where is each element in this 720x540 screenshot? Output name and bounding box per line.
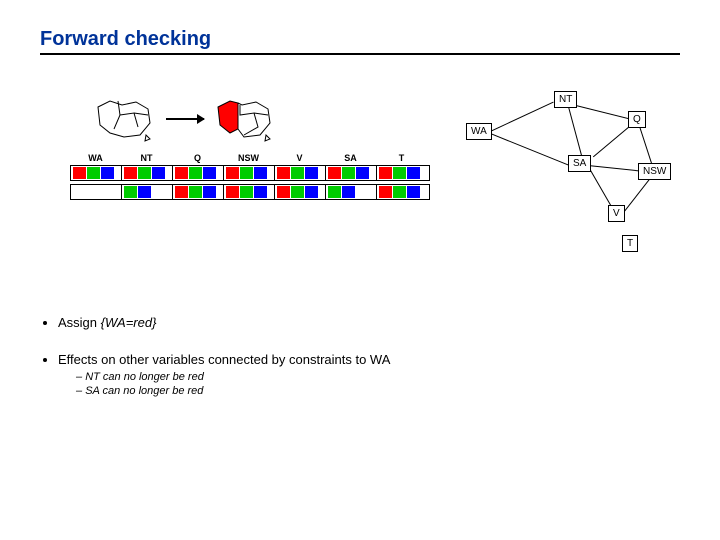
color-swatch xyxy=(291,167,304,179)
table-cell xyxy=(326,166,377,180)
header-nt: NT xyxy=(121,153,172,163)
color-swatch xyxy=(393,167,406,179)
arrow-icon xyxy=(166,118,204,120)
table-cell xyxy=(377,185,428,199)
node-nsw: NSW xyxy=(638,163,671,180)
color-swatch xyxy=(379,167,392,179)
color-swatch xyxy=(73,167,86,179)
color-swatch xyxy=(342,167,355,179)
color-swatch xyxy=(175,186,188,198)
color-swatch xyxy=(356,167,369,179)
color-swatch xyxy=(240,186,253,198)
bullet-1-prefix: Assign xyxy=(58,315,101,330)
node-v: V xyxy=(608,205,625,222)
slide-title: Forward checking xyxy=(40,28,680,55)
node-t: T xyxy=(622,235,638,252)
bullet-2-text: Effects on other variables connected by … xyxy=(58,352,390,367)
color-swatch xyxy=(407,167,420,179)
header-t: T xyxy=(376,153,427,163)
header-q: Q xyxy=(172,153,223,163)
domain-table: WA NT Q NSW V SA T xyxy=(70,153,430,200)
color-swatch xyxy=(328,167,341,179)
color-swatch xyxy=(101,167,114,179)
sub-bullet-1: NT can no longer be red xyxy=(76,371,680,383)
color-swatch xyxy=(138,167,151,179)
left-visual: WA NT Q NSW V SA T xyxy=(70,95,430,203)
color-swatch xyxy=(124,186,137,198)
color-swatch xyxy=(138,186,151,198)
table-cell xyxy=(122,166,173,180)
color-swatch xyxy=(189,186,202,198)
table-cell xyxy=(71,166,122,180)
node-q: Q xyxy=(628,111,646,128)
table-cell xyxy=(71,185,122,199)
color-swatch xyxy=(407,186,420,198)
color-swatch xyxy=(254,186,267,198)
bullet-1-value: {WA=red} xyxy=(101,315,157,330)
color-swatch xyxy=(277,186,290,198)
constraint-graph: NT WA Q SA NSW V T xyxy=(460,85,660,255)
color-swatch xyxy=(379,186,392,198)
color-swatch xyxy=(73,186,116,198)
table-headers: WA NT Q NSW V SA T xyxy=(70,153,430,163)
header-nsw: NSW xyxy=(223,153,274,163)
maps-row xyxy=(70,95,430,143)
sub-bullet-2: SA can no longer be red xyxy=(76,385,680,397)
edge xyxy=(488,132,570,166)
color-swatch xyxy=(291,186,304,198)
color-swatch xyxy=(203,186,216,198)
color-swatch xyxy=(305,167,318,179)
table-cell xyxy=(173,185,224,199)
color-swatch xyxy=(393,186,406,198)
visuals-row: WA NT Q NSW V SA T NT WA Q SA NSW V T xyxy=(40,95,680,255)
color-swatch xyxy=(328,186,341,198)
node-wa: WA xyxy=(466,123,492,140)
edge xyxy=(488,102,554,133)
table-cell xyxy=(275,166,326,180)
color-swatch xyxy=(203,167,216,179)
color-swatch xyxy=(152,167,165,179)
table-cell xyxy=(122,185,173,199)
header-v: V xyxy=(274,153,325,163)
color-swatch xyxy=(124,167,137,179)
color-swatch xyxy=(226,167,239,179)
bullet-list: Assign {WA=red} Effects on other variabl… xyxy=(40,315,680,397)
color-swatch xyxy=(342,186,355,198)
table-cell xyxy=(224,185,275,199)
bullet-1: Assign {WA=red} xyxy=(58,315,680,330)
table-row xyxy=(70,184,430,200)
color-swatch xyxy=(87,167,100,179)
table-cell xyxy=(275,185,326,199)
header-wa: WA xyxy=(70,153,121,163)
bullet-2: Effects on other variables connected by … xyxy=(58,352,680,397)
table-cell xyxy=(326,185,377,199)
color-swatch xyxy=(277,167,290,179)
color-swatch xyxy=(254,167,267,179)
map-before xyxy=(90,95,160,143)
color-swatch xyxy=(189,167,202,179)
table-cell xyxy=(377,166,428,180)
table-row xyxy=(70,165,430,181)
color-swatch xyxy=(240,167,253,179)
node-nt: NT xyxy=(554,91,577,108)
table-cell xyxy=(173,166,224,180)
map-after xyxy=(210,95,280,143)
color-swatch xyxy=(175,167,188,179)
color-swatch xyxy=(305,186,318,198)
color-swatch xyxy=(226,186,239,198)
node-sa: SA xyxy=(568,155,591,172)
table-cell xyxy=(224,166,275,180)
header-sa: SA xyxy=(325,153,376,163)
